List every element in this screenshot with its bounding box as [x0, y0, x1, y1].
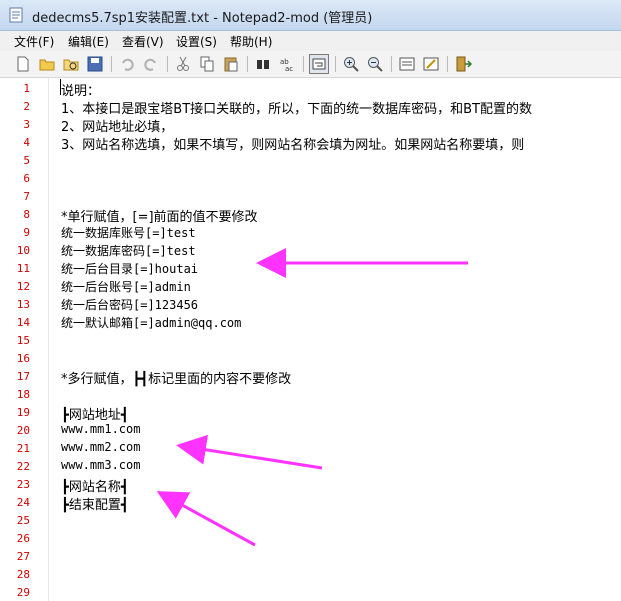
cut-icon[interactable] — [174, 55, 192, 73]
line-number-gutter: 1 2 3 4 5 6 7 8 9 10 11 12 13 14 15 16 17 18 19 20 21 22 23 24 2… — [0, 78, 49, 601]
line-number: 13 — [16, 298, 30, 311]
line-number: 23 — [16, 478, 30, 491]
exit-icon[interactable] — [454, 55, 472, 73]
line-number: 10 — [16, 244, 30, 257]
toolbar-separator — [335, 56, 336, 72]
text-line[interactable]: 统一后台目录[=]houtai — [61, 260, 198, 277]
notepad-icon — [9, 7, 23, 23]
text-line[interactable]: 统一后台账号[=]admin — [61, 278, 191, 295]
line-number: 27 — [16, 550, 30, 563]
replace-icon[interactable]: abac — [278, 55, 296, 73]
line-number: 9 — [23, 226, 30, 239]
line-number: 24 — [16, 496, 30, 509]
browse-icon[interactable] — [62, 55, 80, 73]
toolbar-separator — [247, 56, 248, 72]
toolbar-separator — [303, 56, 304, 72]
text-line[interactable]: ┣网站名称┫ — [61, 476, 129, 495]
line-number: 16 — [16, 352, 30, 365]
paste-icon[interactable] — [222, 55, 240, 73]
line-number: 17 — [16, 370, 30, 383]
line-number: 2 — [23, 100, 30, 113]
text-line[interactable]: 统一数据库密码[=]test — [61, 242, 196, 259]
line-number: 12 — [16, 280, 30, 293]
line-number: 6 — [23, 172, 30, 185]
window-title: dedecms5.7sp1安装配置.txt - Notepad2-mod (管理… — [32, 11, 373, 26]
zoom-out-icon[interactable] — [366, 55, 384, 73]
text-line[interactable]: 说明： — [61, 80, 100, 99]
open-folder-icon[interactable] — [38, 55, 56, 73]
text-line[interactable]: *单行赋值，[=]前面的值不要修改 — [61, 206, 258, 225]
text-line[interactable]: www.mm3.com — [61, 458, 140, 472]
customize-scheme-icon[interactable] — [422, 55, 440, 73]
text-line[interactable]: 统一后台密码[=]123456 — [61, 296, 198, 313]
text-line[interactable]: www.mm1.com — [61, 422, 140, 436]
menu-help[interactable]: 帮助(H) — [230, 33, 272, 50]
copy-icon[interactable] — [198, 55, 216, 73]
line-number: 21 — [16, 442, 30, 455]
text-line[interactable]: 2、网站地址必填， — [61, 116, 173, 135]
toolbar-separator — [167, 56, 168, 72]
text-line[interactable]: *多行赋值，┣┫标记里面的内容不要修改 — [61, 368, 291, 387]
menu-settings[interactable]: 设置(S) — [176, 33, 217, 50]
new-file-icon[interactable] — [14, 55, 32, 73]
text-line[interactable]: 1、本接口是跟宝塔BT接口关联的，所以，下面的统一数据库密码，和BT配置的数 — [61, 98, 532, 117]
line-number: 25 — [16, 514, 30, 527]
scheme-icon[interactable] — [398, 55, 416, 73]
zoom-in-icon[interactable] — [342, 55, 360, 73]
line-number: 29 — [16, 586, 30, 599]
title-bar: dedecms5.7sp1安装配置.txt - Notepad2-mod (管理… — [0, 0, 621, 31]
line-number: 15 — [16, 334, 30, 347]
text-line[interactable]: 统一数据库账号[=]test — [61, 224, 196, 241]
line-number: 20 — [16, 424, 30, 437]
line-number: 8 — [23, 208, 30, 221]
line-number: 18 — [16, 388, 30, 401]
menu-view[interactable]: 查看(V) — [122, 33, 164, 50]
toolbar: ab ac — [0, 51, 621, 78]
line-number: 19 — [16, 406, 30, 419]
line-number: 14 — [16, 316, 30, 329]
menu-edit[interactable]: 编辑(E) — [68, 33, 109, 50]
line-number: 5 — [23, 154, 30, 167]
text-editor[interactable]: 说明： 1、本接口是跟宝塔BT接口关联的，所以，下面的统一数据库密码，和BT配置的… — [49, 78, 621, 601]
toolbar-separator — [447, 56, 448, 72]
redo-icon[interactable] — [142, 55, 160, 73]
line-number: 26 — [16, 532, 30, 545]
line-number: 22 — [16, 460, 30, 473]
svg-text:ac: ac — [285, 65, 293, 73]
menu-bar: 文件(F) 编辑(E) 查看(V) 设置(S) 帮助(H) — [0, 31, 621, 51]
line-number: 7 — [23, 190, 30, 203]
find-icon[interactable] — [254, 55, 272, 73]
line-number: 3 — [23, 118, 30, 131]
line-number: 11 — [16, 262, 30, 275]
line-number: 1 — [23, 82, 30, 95]
text-line[interactable]: ┣网站地址┫ — [61, 404, 129, 423]
text-line[interactable]: 统一默认邮箱[=]admin@qq.com — [61, 314, 241, 331]
menu-file[interactable]: 文件(F) — [14, 33, 54, 50]
toolbar-separator — [111, 56, 112, 72]
save-icon[interactable] — [86, 55, 104, 73]
word-wrap-icon[interactable] — [309, 54, 329, 74]
line-number: 4 — [23, 136, 30, 149]
toolbar-separator — [391, 56, 392, 72]
text-line[interactable]: 3、网站名称选填，如果不填写，则网站名称会填为网址。如果网站名称要填，则 — [61, 134, 524, 153]
undo-icon[interactable] — [118, 55, 136, 73]
text-line[interactable]: www.mm2.com — [61, 440, 140, 454]
text-line[interactable]: ┣结束配置┫ — [61, 494, 129, 513]
line-number: 28 — [16, 568, 30, 581]
